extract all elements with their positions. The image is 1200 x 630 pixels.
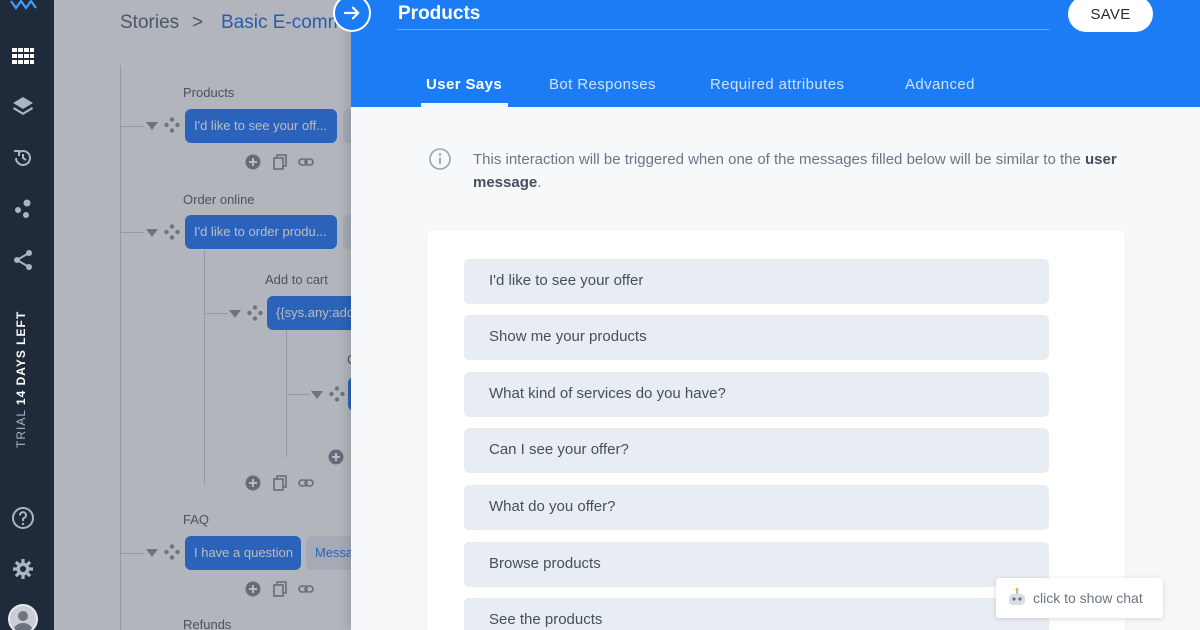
- info-text-before: This interaction will be triggered when …: [473, 151, 1085, 168]
- trial-badge: TRIAL 14 DAYS LEFT: [14, 311, 36, 456]
- interaction-panel: Products SAVE User Says Bot Responses Re…: [333, 0, 1200, 630]
- interaction-title[interactable]: Products: [398, 3, 480, 25]
- chat-bot-icon: [1009, 588, 1025, 605]
- active-tab-indicator: [421, 103, 508, 107]
- trial-prefix: TRIAL: [14, 409, 28, 448]
- canvas-overlay[interactable]: [54, 0, 351, 630]
- title-underline: [397, 29, 1049, 30]
- info-icon: [429, 148, 451, 170]
- user-says-item[interactable]: Can I see your offer?: [464, 428, 1049, 473]
- user-avatar-icon: [13, 611, 33, 630]
- help-icon[interactable]: [11, 506, 35, 530]
- avatar[interactable]: [8, 604, 38, 630]
- tab-advanced[interactable]: Advanced: [905, 76, 975, 93]
- layers-icon[interactable]: [11, 94, 35, 118]
- history-icon[interactable]: [11, 146, 35, 170]
- gear-icon[interactable]: [11, 557, 35, 581]
- chat-widget-label: click to show chat: [1033, 590, 1143, 606]
- user-says-item[interactable]: I'd like to see your offer: [464, 259, 1049, 304]
- user-says-item[interactable]: What kind of services do you have?: [464, 372, 1049, 417]
- info-text-after: .: [537, 174, 542, 191]
- logo-icon[interactable]: [10, 0, 44, 10]
- panel-header: Products SAVE User Says Bot Responses Re…: [351, 0, 1200, 107]
- grid-icon[interactable]: [11, 44, 35, 68]
- tab-required-attributes[interactable]: Required attributes: [710, 76, 844, 93]
- share-icon[interactable]: [11, 248, 35, 272]
- tab-bot-responses[interactable]: Bot Responses: [549, 76, 656, 93]
- trial-days: 14 DAYS LEFT: [14, 310, 28, 406]
- user-says-item[interactable]: Show me your products: [464, 315, 1049, 360]
- trigger-info-text: This interaction will be triggered when …: [473, 148, 1133, 194]
- user-says-item[interactable]: See the products: [464, 598, 1049, 630]
- tab-user-says[interactable]: User Says: [426, 76, 502, 93]
- user-says-item[interactable]: What do you offer?: [464, 485, 1049, 530]
- left-rail: TRIAL 14 DAYS LEFT: [0, 0, 54, 630]
- user-says-item[interactable]: Browse products: [464, 542, 1049, 587]
- chat-widget-button[interactable]: click to show chat: [996, 578, 1163, 618]
- integrations-icon[interactable]: [11, 197, 35, 221]
- user-says-card: I'd like to see your offer Show me your …: [427, 230, 1125, 630]
- save-button[interactable]: SAVE: [1068, 0, 1153, 32]
